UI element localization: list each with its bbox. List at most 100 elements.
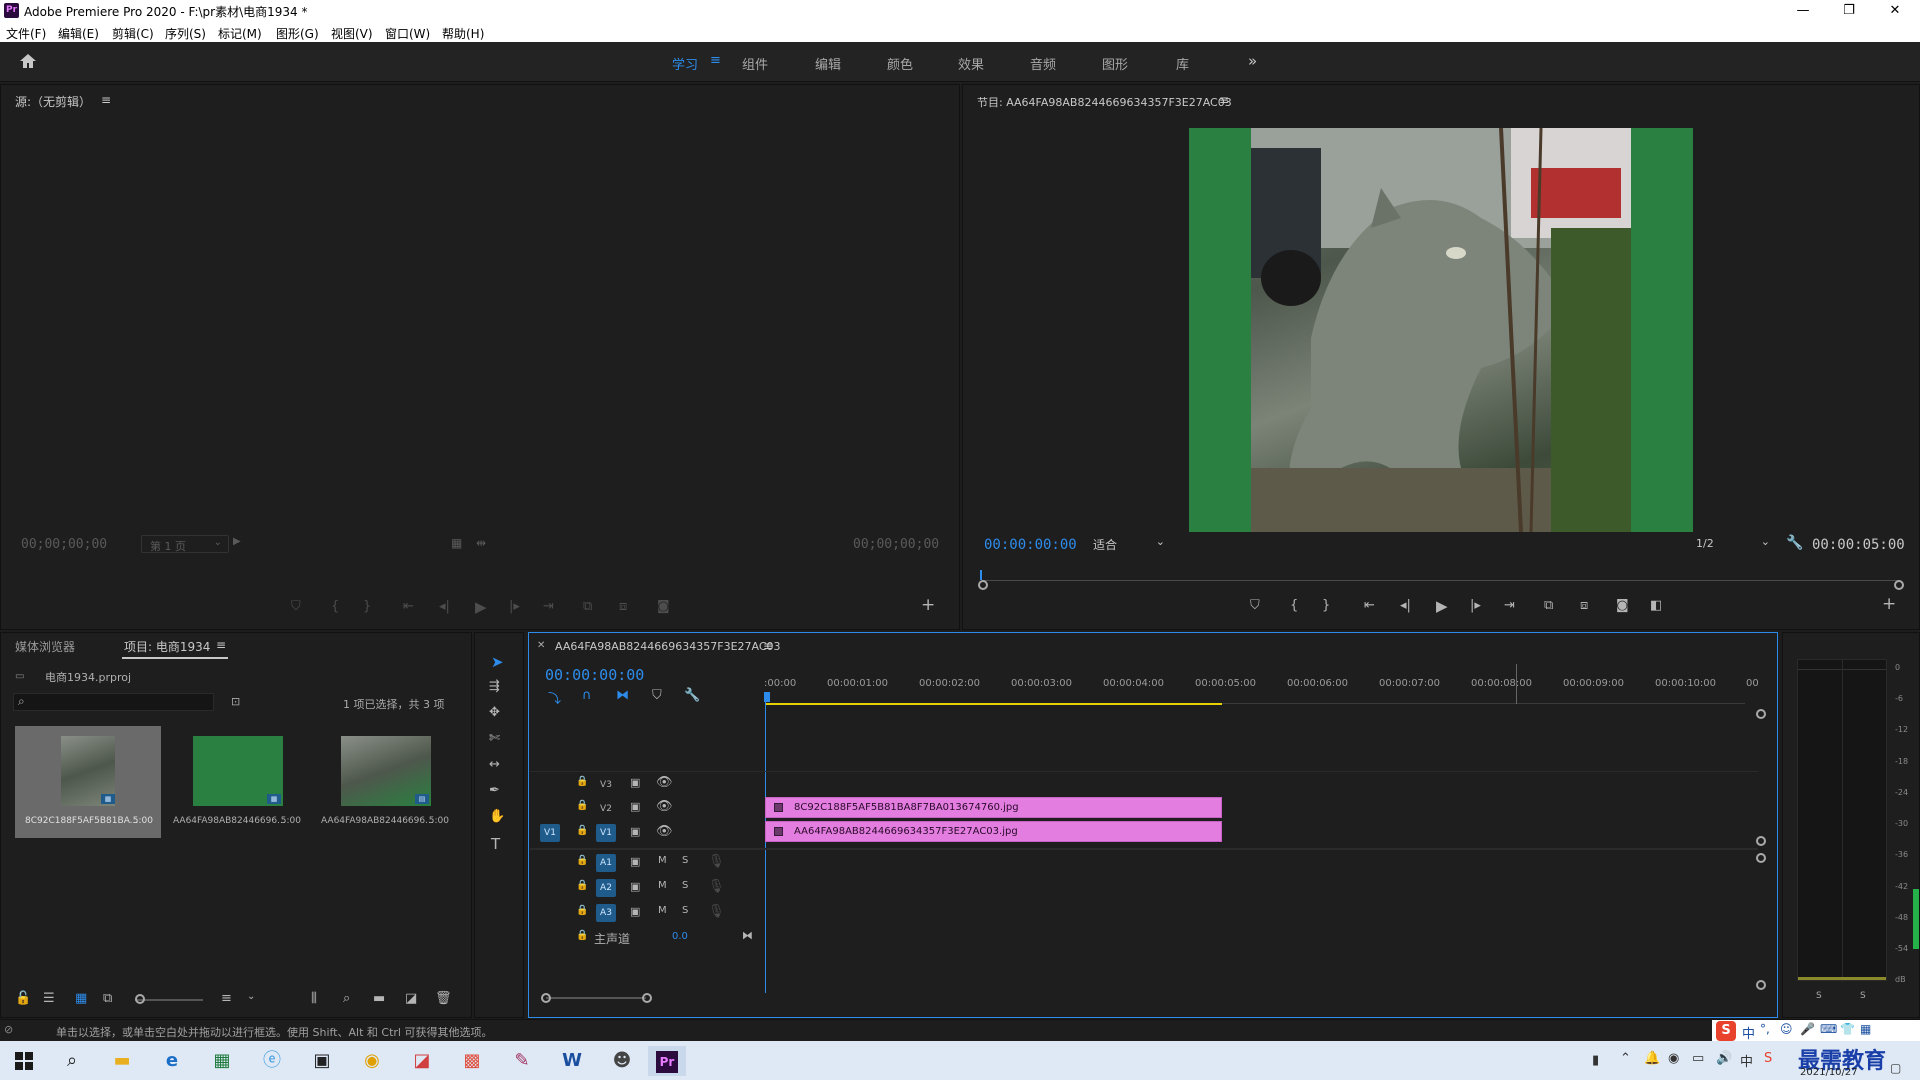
hand-tool-icon[interactable]: ✋ xyxy=(489,809,505,824)
find-icon[interactable]: ⌕ xyxy=(343,991,350,1006)
hscroll-bar[interactable] xyxy=(546,997,646,999)
premiere-taskbar-icon[interactable]: Pr xyxy=(648,1046,686,1076)
sync-lock-icon[interactable]: ▣ xyxy=(630,825,640,838)
battery-icon[interactable]: ▮ xyxy=(1592,1053,1599,1068)
program-scrubber[interactable] xyxy=(982,580,1900,581)
ime-language[interactable]: 中 xyxy=(1742,1023,1755,1042)
solo-button[interactable]: S xyxy=(682,905,688,916)
tray-chevron-icon[interactable]: ⌃ xyxy=(1620,1051,1631,1066)
paint-icon[interactable]: ◪ xyxy=(406,1046,438,1076)
project-item[interactable]: ▦ AA64FA98AB82446696... 5:00 xyxy=(163,726,309,838)
app-icon[interactable]: ◉ xyxy=(356,1046,388,1076)
mute-button[interactable]: M xyxy=(658,905,667,916)
workspace-more-button[interactable]: » xyxy=(1248,52,1257,70)
mark-out-icon[interactable]: } xyxy=(363,599,371,614)
workspace-learn[interactable]: 学习 xyxy=(672,54,698,73)
source-menu-icon[interactable]: ≡ xyxy=(101,93,111,107)
program-menu-icon[interactable]: ≡ xyxy=(1219,93,1229,107)
new-search-bin-icon[interactable]: ⊡ xyxy=(231,695,240,708)
camera-icon[interactable]: ◙ xyxy=(1616,598,1629,613)
go-to-out-icon[interactable]: ⇥ xyxy=(543,599,554,614)
snap-magnet-icon[interactable]: ∩ xyxy=(582,688,592,703)
vscroll-handle-top[interactable] xyxy=(1756,709,1766,719)
microphone-icon[interactable]: 🎙 xyxy=(708,854,725,869)
emoji-icon[interactable]: ☺ xyxy=(1780,1022,1793,1036)
go-to-out-icon[interactable]: ⇥ xyxy=(1504,598,1515,613)
file-explorer-icon[interactable]: ▬ xyxy=(106,1046,138,1076)
project-item[interactable]: ▦ 8C92C188F5AF5B81BA... 5:00 xyxy=(15,726,161,838)
playback-resolution-select[interactable]: 1/2 ⌄ xyxy=(1690,535,1774,553)
program-fit-select[interactable]: 适合 ⌄ xyxy=(1087,535,1171,553)
marker-icon[interactable]: ⛉ xyxy=(291,599,301,614)
menu-help[interactable]: 帮助(H) xyxy=(442,25,484,42)
freeform-view-icon[interactable]: ⧉ xyxy=(103,991,112,1006)
menu-sequence[interactable]: 序列(S) xyxy=(165,25,206,42)
lock-icon[interactable]: 🔒 xyxy=(576,776,588,787)
solo-button[interactable]: S xyxy=(682,880,688,891)
vscroll-handle-mid[interactable] xyxy=(1756,836,1766,846)
sequence-tab[interactable]: AA64FA98AB8244669634357F3E27AC03 xyxy=(555,640,781,653)
source-settings-icon[interactable]: ▦ xyxy=(451,536,462,550)
source-page-select[interactable]: 第 1 页 ⌄ xyxy=(141,535,229,553)
source-title[interactable]: 源:（无剪辑） xyxy=(15,93,91,110)
project-item[interactable]: ▤ AA64FA98AB82446696... 5:00 xyxy=(311,726,457,838)
new-item-icon[interactable]: ◪ xyxy=(405,991,417,1006)
track-label[interactable]: V1 xyxy=(596,824,616,842)
eye-icon[interactable]: 👁 xyxy=(656,799,673,814)
step-back-icon[interactable]: ◂| xyxy=(1400,598,1411,613)
word-icon[interactable]: W xyxy=(556,1046,588,1076)
insert-overwrite-icon[interactable]: ⤵ xyxy=(548,688,561,707)
microphone-icon[interactable]: 🎙 xyxy=(708,904,725,919)
wrench-icon[interactable]: 🔧 xyxy=(1786,535,1803,551)
edge-browser-icon[interactable]: e xyxy=(156,1046,188,1076)
track-label[interactable]: A3 xyxy=(596,904,616,922)
master-volume-value[interactable]: 0.0 xyxy=(672,931,688,942)
icon-view-icon[interactable]: ▦ xyxy=(75,991,87,1006)
selection-tool-icon[interactable]: ➤ xyxy=(491,653,504,671)
track-label[interactable]: V3 xyxy=(596,776,616,794)
marker-icon[interactable]: ⛉ xyxy=(1250,598,1260,613)
sync-lock-icon[interactable]: ▣ xyxy=(630,800,640,813)
track-label[interactable]: V2 xyxy=(596,800,616,818)
timeline-clip-v2[interactable]: 8C92C188F5AF5B81BA8F7BA013674760.jpg xyxy=(765,797,1222,818)
workspace-effects[interactable]: 效果 xyxy=(958,54,984,73)
solo-right-button[interactable]: S xyxy=(1860,991,1866,1001)
voice-icon[interactable]: 🎤 xyxy=(1800,1022,1815,1036)
lock-icon[interactable]: 🔒 xyxy=(576,930,588,941)
source-expand-icon[interactable]: ⇹ xyxy=(476,536,486,550)
compare-view-icon[interactable]: ◧ xyxy=(1650,598,1662,613)
mark-in-icon[interactable]: { xyxy=(1290,598,1298,613)
lock-icon[interactable]: 🔒 xyxy=(576,825,588,836)
sync-lock-icon[interactable]: ▣ xyxy=(630,776,640,789)
linked-selection-icon[interactable]: ⧓ xyxy=(616,688,629,703)
menu-window[interactable]: 窗口(W) xyxy=(385,25,430,42)
microphone-icon[interactable]: 🎙 xyxy=(708,879,725,894)
source-patch-v1[interactable]: V1 xyxy=(540,824,560,842)
lock-icon[interactable]: 🔒 xyxy=(576,800,588,811)
solo-button[interactable]: S xyxy=(682,855,688,866)
zoom-slider[interactable] xyxy=(135,999,203,1001)
sync-lock-icon[interactable]: ▣ xyxy=(630,855,640,868)
program-title[interactable]: 节目: AA64FA98AB8244669634357F3E27AC03 xyxy=(977,94,1232,110)
add-button-icon[interactable]: + xyxy=(921,595,935,615)
timeline-clip-v1[interactable]: AA64FA98AB8244669634357F3E27AC03.jpg xyxy=(765,821,1222,842)
toolbox-icon[interactable]: ▦ xyxy=(1860,1022,1871,1036)
step-forward-icon[interactable]: |▸ xyxy=(1470,598,1481,613)
slip-tool-icon[interactable]: ↔ xyxy=(489,757,500,772)
keyboard-icon[interactable]: ⌨ xyxy=(1820,1022,1837,1036)
notification-bell-icon[interactable]: 🔔 xyxy=(1644,1051,1660,1066)
volume-icon[interactable]: 🔊 xyxy=(1716,1051,1732,1066)
track-label[interactable]: A1 xyxy=(596,854,616,872)
go-to-in-icon[interactable]: ⇤ xyxy=(403,599,414,614)
close-button[interactable]: ✕ xyxy=(1872,0,1918,22)
vscroll-handle-audio[interactable] xyxy=(1756,853,1766,863)
lock-icon[interactable]: 🔒 xyxy=(576,880,588,891)
play-icon[interactable]: ▶ xyxy=(1436,597,1448,615)
page-next-icon[interactable]: ▶ xyxy=(233,536,241,547)
workspace-menu-icon[interactable]: ≡ xyxy=(710,53,721,68)
ripple-edit-tool-icon[interactable]: ✥ xyxy=(489,705,500,720)
menu-file[interactable]: 文件(F) xyxy=(6,25,46,42)
action-center-icon[interactable]: ▢ xyxy=(1890,1061,1901,1075)
workspace-color[interactable]: 颜色 xyxy=(887,54,913,73)
avatar-app-icon[interactable]: ☻ xyxy=(606,1046,638,1076)
